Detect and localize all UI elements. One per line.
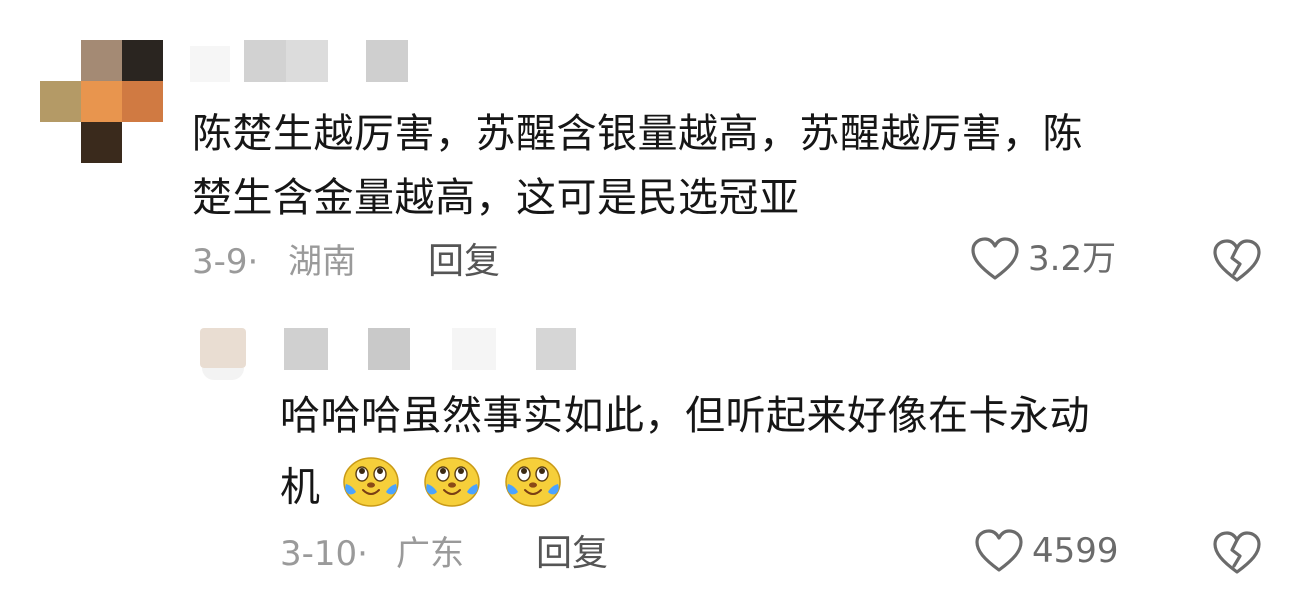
reply-like-count: 4599 xyxy=(1032,531,1119,571)
dislike-button[interactable] xyxy=(1212,238,1262,284)
comment-location: 湖南 xyxy=(288,242,356,282)
reply-reply-button[interactable]: 回复 xyxy=(536,534,608,574)
username-blurred[interactable] xyxy=(190,40,420,84)
heart-outline-icon xyxy=(971,237,1019,280)
broken-heart-icon xyxy=(1213,531,1261,574)
reply-username-blurred[interactable] xyxy=(284,328,584,372)
crying-laughing-emoji xyxy=(502,452,564,527)
comment-text-line-1: 陈楚生越厉害，苏醒含银量越高，苏醒越厉害，陈 xyxy=(192,111,1083,157)
reply-button[interactable]: 回复 xyxy=(428,242,500,282)
reply-location: 广东 xyxy=(396,534,464,574)
reply-text-line-2: 机 xyxy=(280,452,564,527)
date-text: 3-9 xyxy=(192,242,248,282)
crying-laughing-emoji xyxy=(421,452,483,527)
comment-date: 3-9· xyxy=(192,242,258,282)
comment-text-line-2: 楚生含金量越高，这可是民选冠亚 xyxy=(192,175,800,221)
reply-text-line-1: 哈哈哈虽然事实如此，但听起来好像在卡永动 xyxy=(280,393,1090,439)
reply-like-button[interactable]: 4599 xyxy=(974,528,1119,574)
like-count: 3.2万 xyxy=(1028,239,1117,279)
heart-outline-icon xyxy=(975,529,1023,572)
meta-separator: · xyxy=(247,242,259,282)
reply-dislike-button[interactable] xyxy=(1212,530,1262,576)
date-text: 3-10 xyxy=(280,534,358,574)
broken-heart-icon xyxy=(1213,239,1261,282)
like-button[interactable]: 3.2万 xyxy=(970,236,1116,282)
meta-separator: · xyxy=(357,534,368,574)
crying-laughing-emoji xyxy=(340,452,402,527)
reply-text-tail: 机 xyxy=(280,464,321,511)
reply-date: 3-10· xyxy=(280,534,368,574)
avatar[interactable] xyxy=(40,40,164,164)
reply-avatar[interactable] xyxy=(200,328,246,380)
